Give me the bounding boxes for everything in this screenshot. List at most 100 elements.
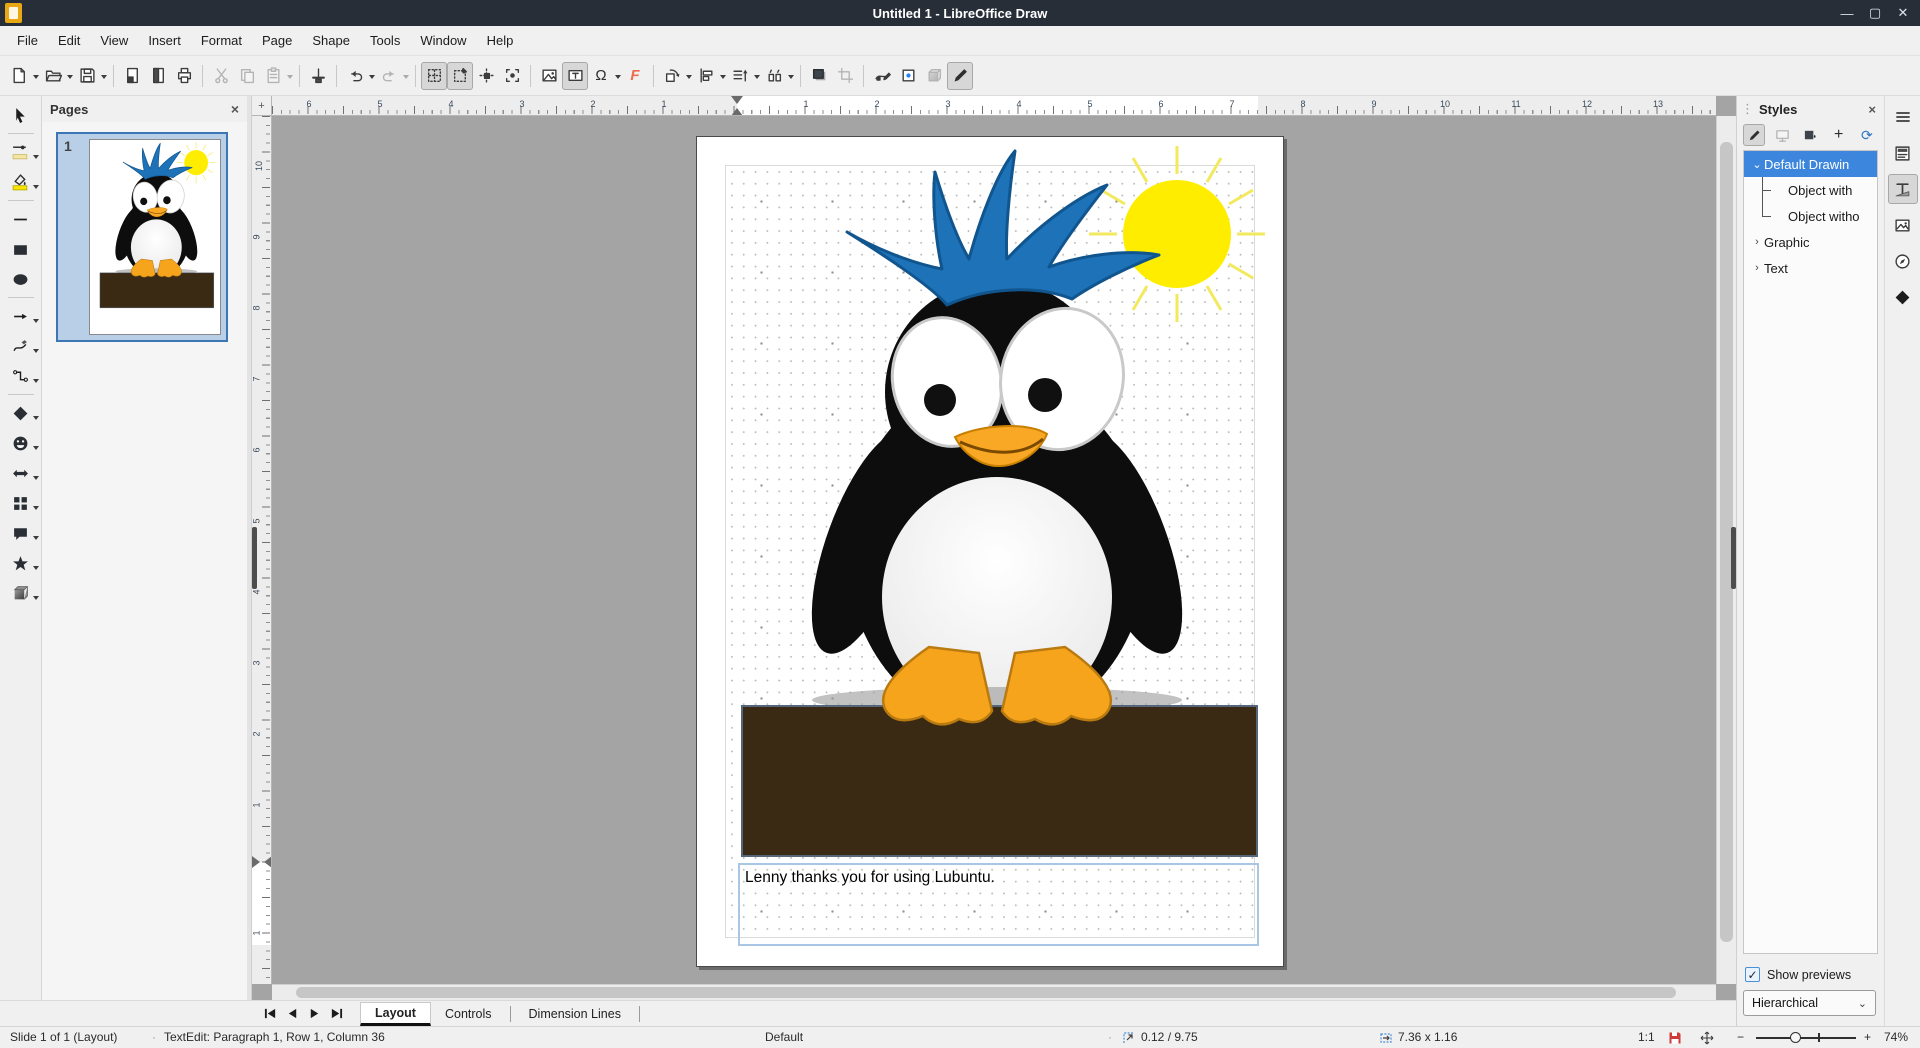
transformations-dropdown[interactable]: [686, 75, 692, 82]
align-objects-icon[interactable]: [693, 62, 719, 90]
chevron-down-icon[interactable]: ⌄: [1750, 158, 1764, 171]
page-thumbnail[interactable]: 1: [56, 132, 228, 342]
zoom-in-button[interactable]: +: [1864, 1030, 1871, 1044]
scale-indicator[interactable]: 1:1: [1638, 1030, 1655, 1044]
last-page-icon[interactable]: [328, 1006, 344, 1022]
tab-dimension-lines[interactable]: Dimension Lines: [515, 1004, 635, 1024]
update-style-icon[interactable]: ⟳: [1856, 124, 1878, 146]
callouts-dropdown[interactable]: [33, 536, 39, 543]
styles-tree[interactable]: ⌄ Default Drawin Object with Object with…: [1743, 150, 1878, 954]
previous-page-icon[interactable]: [284, 1006, 300, 1022]
horizontal-ruler[interactable]: 65432112345678910111213: [272, 96, 1716, 116]
symbol-shapes-tool[interactable]: [1, 428, 41, 458]
menu-help[interactable]: Help: [478, 29, 523, 52]
drawing-viewport[interactable]: Lenny thanks you for using Lubuntu.: [272, 116, 1716, 984]
zoom-percent[interactable]: 74%: [1884, 1030, 1908, 1044]
tab-layout[interactable]: Layout: [360, 1002, 431, 1026]
menu-file[interactable]: File: [8, 29, 47, 52]
print-preview-icon[interactable]: [145, 62, 171, 90]
menu-format[interactable]: Format: [192, 29, 251, 52]
menu-edit[interactable]: Edit: [49, 29, 89, 52]
menu-shape[interactable]: Shape: [303, 29, 359, 52]
menu-insert[interactable]: Insert: [139, 29, 190, 52]
undo-icon[interactable]: [342, 62, 368, 90]
save-dropdown[interactable]: [101, 75, 107, 82]
save-icon[interactable]: [74, 62, 100, 90]
lines-and-arrows-tool[interactable]: [1, 301, 41, 331]
distribute-icon[interactable]: [761, 62, 787, 90]
tab-controls[interactable]: Controls: [431, 1004, 506, 1024]
new-document-icon[interactable]: [6, 62, 32, 90]
symbol-shapes-dropdown[interactable]: [33, 446, 39, 453]
sidebar-styles-icon[interactable]: [1888, 174, 1918, 204]
chevron-right-icon[interactable]: ›: [1750, 262, 1764, 274]
fontwork-icon[interactable]: F: [622, 62, 648, 90]
helplines-while-moving-icon[interactable]: [473, 62, 499, 90]
insert-text-box-icon[interactable]: [562, 62, 588, 90]
next-page-icon[interactable]: [306, 1006, 322, 1022]
panel-grip-icon[interactable]: ⋮: [1741, 101, 1753, 117]
fit-slide-icon[interactable]: [1700, 1031, 1714, 1045]
zoom-pan-icon[interactable]: [499, 62, 525, 90]
show-previews-row[interactable]: ✓ Show previews: [1745, 967, 1851, 982]
shadow-icon[interactable]: [806, 62, 832, 90]
show-previews-checkbox[interactable]: ✓: [1745, 967, 1760, 982]
snap-to-grid-icon[interactable]: [447, 62, 473, 90]
sidebar-shapes-icon[interactable]: [1888, 282, 1918, 312]
insert-image-icon[interactable]: [536, 62, 562, 90]
close-icon[interactable]: ✕: [1896, 6, 1910, 20]
lines-arrows-dropdown[interactable]: [33, 319, 39, 326]
curves-dropdown[interactable]: [33, 349, 39, 356]
sidebar-menu-icon[interactable]: [1888, 102, 1918, 132]
edit-points-icon[interactable]: [869, 62, 895, 90]
basic-shapes-dropdown[interactable]: [33, 416, 39, 423]
horizontal-scrollbar[interactable]: [272, 984, 1716, 1000]
display-grid-icon[interactable]: [421, 62, 447, 90]
horizontal-scrollbar-thumb[interactable]: [296, 987, 1676, 998]
3d-objects-tool[interactable]: [1, 578, 41, 608]
insert-line-tool[interactable]: [1, 204, 41, 234]
minimize-icon[interactable]: —: [1840, 6, 1854, 20]
special-character-dropdown[interactable]: [615, 75, 621, 82]
style-default-drawing[interactable]: ⌄ Default Drawin: [1744, 151, 1877, 177]
pages-close-icon[interactable]: ×: [231, 101, 239, 117]
new-dropdown[interactable]: [33, 75, 39, 82]
block-arrows-dropdown[interactable]: [33, 476, 39, 483]
zoom-slider[interactable]: [1756, 1037, 1856, 1039]
clone-formatting-icon[interactable]: [305, 62, 331, 90]
fill-color-tool[interactable]: [1, 167, 41, 197]
insert-special-character-icon[interactable]: Ω: [588, 62, 614, 90]
page-style[interactable]: Default: [765, 1030, 803, 1044]
text-box-content[interactable]: Lenny thanks you for using Lubuntu.: [745, 869, 995, 886]
styles-filter-select[interactable]: Hierarchical ⌄: [1743, 990, 1876, 1016]
menu-view[interactable]: View: [91, 29, 137, 52]
block-arrows-tool[interactable]: [1, 458, 41, 488]
object-size[interactable]: 7.36 x 1.16: [1398, 1030, 1457, 1044]
h-ruler-indicator[interactable]: [731, 96, 743, 116]
transformations-icon[interactable]: [659, 62, 685, 90]
unsaved-changes-icon[interactable]: [1668, 1031, 1682, 1045]
line-color-tool[interactable]: [1, 137, 41, 167]
undo-dropdown[interactable]: [369, 75, 375, 82]
fill-format-mode-icon[interactable]: [1799, 124, 1821, 146]
drawing-page[interactable]: Lenny thanks you for using Lubuntu.: [696, 136, 1284, 967]
rectangle-tool[interactable]: [1, 234, 41, 264]
open-icon[interactable]: [40, 62, 66, 90]
menu-page[interactable]: Page: [253, 29, 301, 52]
menu-tools[interactable]: Tools: [361, 29, 409, 52]
stars-dropdown[interactable]: [33, 566, 39, 573]
curves-polygons-tool[interactable]: [1, 331, 41, 361]
sidebar-gallery-icon[interactable]: [1888, 210, 1918, 240]
menu-window[interactable]: Window: [411, 29, 475, 52]
ruler-origin-corner[interactable]: +: [252, 96, 272, 116]
3d-objects-dropdown[interactable]: [33, 596, 39, 603]
new-style-icon[interactable]: +: [1828, 124, 1850, 146]
sidebar-properties-icon[interactable]: [1888, 138, 1918, 168]
sidebar-navigator-icon[interactable]: [1888, 246, 1918, 276]
cursor-position[interactable]: 0.12 / 9.75: [1141, 1030, 1198, 1044]
basic-shapes-tool[interactable]: [1, 398, 41, 428]
style-graphic[interactable]: › Graphic: [1744, 229, 1877, 255]
arrange-dropdown[interactable]: [754, 75, 760, 82]
zoom-out-button[interactable]: −: [1737, 1030, 1744, 1044]
connectors-tool[interactable]: [1, 361, 41, 391]
